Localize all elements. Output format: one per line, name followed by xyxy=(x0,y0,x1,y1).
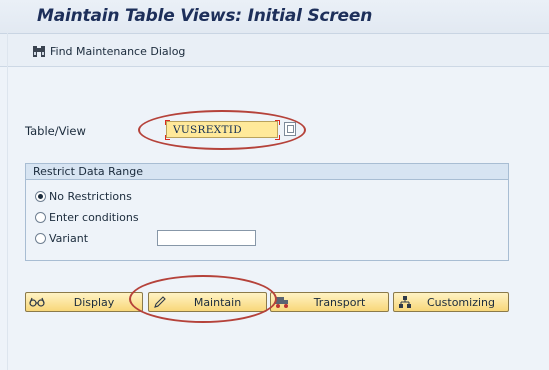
maintain-button[interactable]: Maintain xyxy=(148,292,267,312)
pencil-icon xyxy=(151,294,169,310)
maintain-label: Maintain xyxy=(193,295,242,309)
focus-corner xyxy=(275,120,280,125)
focus-corner xyxy=(165,120,170,125)
radio-button[interactable] xyxy=(35,233,46,244)
variant-input[interactable] xyxy=(157,230,256,246)
focus-corner xyxy=(165,135,170,140)
customizing-button[interactable]: Customizing xyxy=(393,292,509,312)
title-bar: Maintain Table Views: Initial Screen xyxy=(0,0,549,34)
hierarchy-icon xyxy=(396,294,414,310)
binoculars-icon xyxy=(32,45,46,58)
display-button[interactable]: Display xyxy=(25,292,143,312)
radio-label: Enter conditions xyxy=(49,211,139,224)
glasses-icon xyxy=(28,294,46,310)
truck-icon xyxy=(273,294,291,310)
transport-button[interactable]: Transport xyxy=(270,292,389,312)
radio-label: No Restrictions xyxy=(49,190,132,203)
group-title: Restrict Data Range xyxy=(26,164,508,180)
radio-label: Variant xyxy=(49,232,89,245)
display-label: Display xyxy=(73,295,115,309)
restrict-data-range-group: Restrict Data Range No Restrictions Ente… xyxy=(25,163,509,261)
application-toolbar: Find Maintenance Dialog xyxy=(0,34,549,67)
find-maintenance-dialog-button[interactable]: Find Maintenance Dialog xyxy=(32,42,185,60)
radio-button[interactable] xyxy=(35,212,46,223)
value-help-button[interactable] xyxy=(284,122,296,136)
radio-enter-conditions[interactable]: Enter conditions xyxy=(35,211,139,224)
focus-corner xyxy=(275,135,280,140)
radio-button[interactable] xyxy=(35,191,46,202)
radio-no-restrictions[interactable]: No Restrictions xyxy=(35,190,132,203)
left-divider xyxy=(7,33,8,370)
transport-label: Transport xyxy=(313,295,366,309)
table-view-text[interactable] xyxy=(167,122,283,137)
table-view-label: Table/View xyxy=(25,124,86,138)
table-view-input[interactable] xyxy=(166,121,283,138)
find-maintenance-dialog-label: Find Maintenance Dialog xyxy=(50,44,186,58)
page-title: Maintain Table Views: Initial Screen xyxy=(37,6,373,26)
radio-variant[interactable]: Variant xyxy=(35,232,88,245)
customizing-label: Customizing xyxy=(427,295,495,309)
